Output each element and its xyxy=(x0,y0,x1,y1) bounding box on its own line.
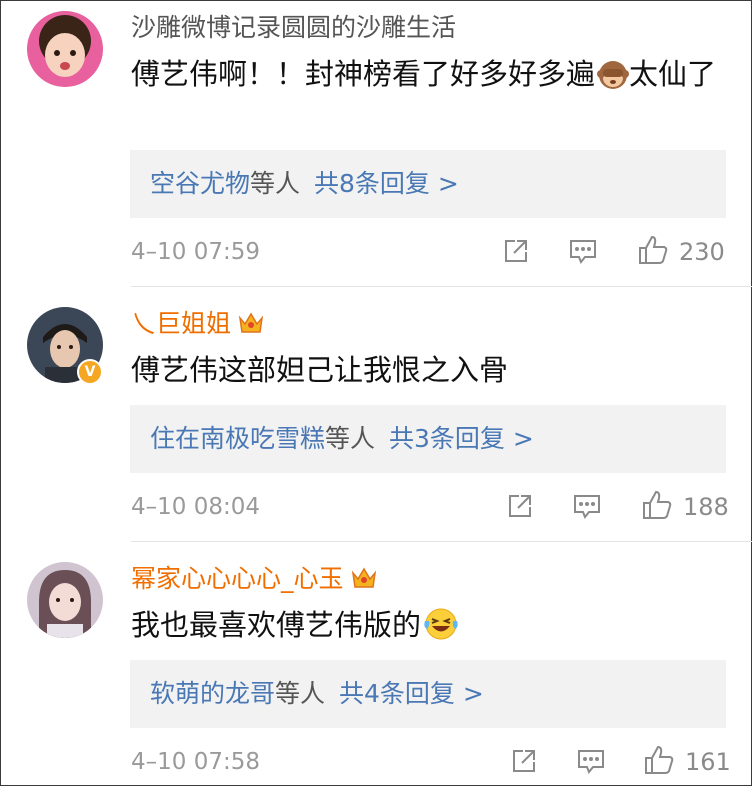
share-icon[interactable] xyxy=(511,748,537,785)
like-count: 230 xyxy=(679,238,725,266)
vip-crown-icon xyxy=(237,310,265,343)
comment-text: 傅艺伟这部妲己让我恨之入骨 xyxy=(131,353,509,387)
laughing-crying-emoji-icon xyxy=(423,607,459,653)
reply-users[interactable]: 住在南极吃雪糕 xyxy=(150,424,325,453)
reply-count-link[interactable]: 共4条回复 > xyxy=(339,679,484,708)
comment-icon[interactable] xyxy=(573,493,601,530)
comment-text-main: 我也最喜欢傅艺伟版的 xyxy=(131,608,422,642)
avatar[interactable] xyxy=(27,562,103,638)
username[interactable]: 乀巨姐姐 xyxy=(131,309,265,343)
like-count: 161 xyxy=(685,748,731,776)
like-icon[interactable] xyxy=(643,744,675,787)
verified-badge-icon: V xyxy=(77,359,103,385)
comment-item: 幂家心心心心_心玉 我也最喜欢傅艺伟版的 软萌的龙哥等人 共4条回复 > 4–10… xyxy=(1,542,752,785)
comment-item: V 乀巨姐姐 傅艺伟这部妲己让我恨之入骨 住在南极吃雪糕等人 共3条回复 > 4–… xyxy=(1,287,752,542)
comment-item: 沙雕微博记录圆圆的沙雕生活 傅艺伟啊！！封神榜看了好多好多遍 太仙了 空谷尤物等人… xyxy=(1,1,752,287)
comment-text-tail: 太仙了 xyxy=(629,57,717,91)
timestamp: 4–10 07:58 xyxy=(131,749,260,775)
comment-text: 傅艺伟啊！！封神榜看了好多好多遍 太仙了 xyxy=(131,52,731,102)
like-icon[interactable] xyxy=(641,489,673,532)
share-icon[interactable] xyxy=(507,493,533,530)
see-no-evil-monkey-icon xyxy=(597,58,630,102)
comment-text: 我也最喜欢傅艺伟版的 xyxy=(131,603,731,653)
share-icon[interactable] xyxy=(503,238,529,275)
comment-meta: 4–10 08:04 188 xyxy=(131,489,729,525)
comment-meta: 4–10 07:58 161 xyxy=(131,744,731,780)
comment-meta: 4–10 07:59 230 xyxy=(131,234,727,270)
avatar[interactable] xyxy=(27,11,103,87)
timestamp: 4–10 08:04 xyxy=(131,494,260,520)
reply-count-link[interactable]: 共8条回复 > xyxy=(314,169,459,198)
username-text[interactable]: 乀巨姐姐 xyxy=(131,309,231,338)
replies-box[interactable]: 空谷尤物等人 共8条回复 > xyxy=(130,150,726,218)
like-count: 188 xyxy=(683,493,729,521)
action-bar: 161 xyxy=(427,744,731,780)
reply-users[interactable]: 软萌的龙哥 xyxy=(150,679,275,708)
vip-crown-icon xyxy=(350,565,378,598)
replies-box[interactable]: 住在南极吃雪糕等人 共3条回复 > xyxy=(130,405,726,473)
reply-others-label: 等人 xyxy=(250,169,301,198)
reply-others-label: 等人 xyxy=(325,424,376,453)
username[interactable]: 幂家心心心心_心玉 xyxy=(131,564,378,598)
comment-icon[interactable] xyxy=(569,238,597,275)
comment-text-main: 傅艺伟啊！！封神榜看了好多好多遍 xyxy=(131,57,596,91)
like-icon[interactable] xyxy=(637,234,669,277)
replies-box[interactable]: 软萌的龙哥等人 共4条回复 > xyxy=(130,660,726,728)
timestamp: 4–10 07:59 xyxy=(131,239,260,265)
action-bar: 230 xyxy=(427,234,727,270)
username-text[interactable]: 幂家心心心心_心玉 xyxy=(131,564,344,593)
comment-list: 沙雕微博记录圆圆的沙雕生活 傅艺伟啊！！封神榜看了好多好多遍 太仙了 空谷尤物等人… xyxy=(0,0,752,786)
reply-users[interactable]: 空谷尤物 xyxy=(150,169,250,198)
username[interactable]: 沙雕微博记录圆圆的沙雕生活 xyxy=(131,13,456,43)
reply-others-label: 等人 xyxy=(275,679,326,708)
reply-count-link[interactable]: 共3条回复 > xyxy=(389,424,534,453)
comment-icon[interactable] xyxy=(577,748,605,785)
action-bar: 188 xyxy=(431,489,729,525)
